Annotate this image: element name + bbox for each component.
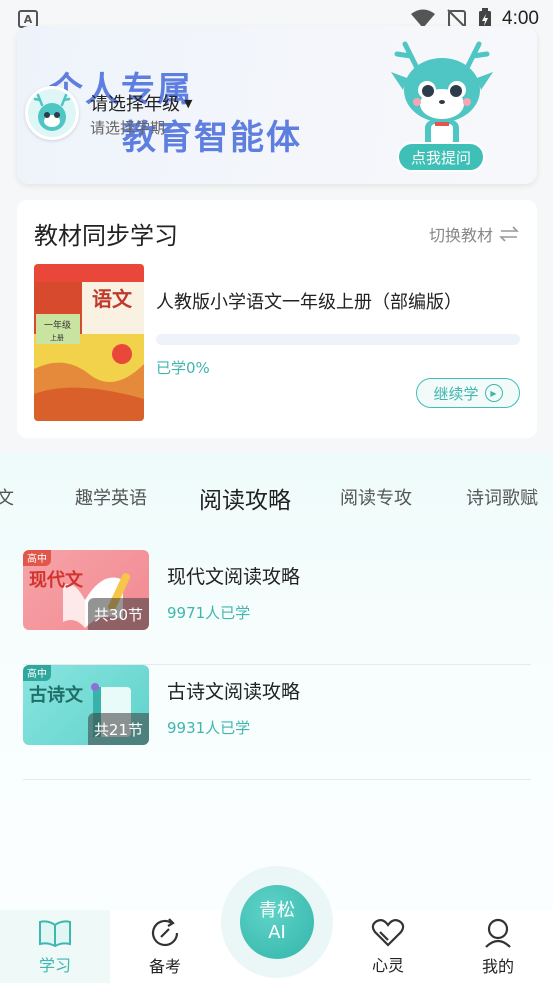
- nav-study[interactable]: 学习: [0, 910, 110, 983]
- refresh-clock-icon: [151, 917, 179, 946]
- avatar[interactable]: [25, 86, 79, 140]
- list-item[interactable]: 高中 古诗文 共21节 古诗文阅读攻略 9931人已学: [23, 665, 531, 780]
- continue-learning-button[interactable]: 继续学 ▶: [416, 378, 520, 408]
- tab-fun-english[interactable]: 趣学英语: [75, 484, 147, 510]
- tab-poetry[interactable]: 诗词歌赋: [466, 484, 538, 510]
- course-learners: 9931人已学: [167, 719, 251, 737]
- book-name[interactable]: 人教版小学语文一年级上册（部编版）: [156, 288, 462, 314]
- ai-assistant-banner[interactable]: 个人专属 教育智能体 请选择年级 ▼ 请选择学期 点我提问: [17, 26, 537, 184]
- switch-textbook-button[interactable]: 切换教材: [429, 222, 519, 246]
- progress-text: 已学0%: [156, 359, 210, 377]
- open-book-icon: [39, 919, 71, 947]
- nav-label: 我的: [481, 956, 514, 976]
- term-selector[interactable]: 请选择学期: [90, 117, 165, 138]
- user-icon: [485, 918, 511, 948]
- tab-reading-focus[interactable]: 阅读专攻: [340, 484, 412, 510]
- ai-line2: AI: [268, 922, 286, 943]
- nav-exam[interactable]: 备考: [110, 910, 220, 983]
- course-badge: 高中: [23, 550, 51, 566]
- tab-partial[interactable]: 文: [0, 484, 14, 510]
- caret-down-icon: ▼: [184, 96, 193, 110]
- nav-mind[interactable]: 心灵: [333, 910, 443, 983]
- swap-arrows-icon: [499, 226, 519, 242]
- deer-avatar-icon: [33, 93, 71, 131]
- course-badge: 高中: [23, 665, 51, 681]
- switch-textbook-label: 切换教材: [428, 226, 493, 245]
- heart-icon: [371, 918, 405, 947]
- progress-bar: [156, 334, 520, 345]
- course-thumbnail: 高中 古诗文 共21节: [23, 665, 149, 745]
- continue-label: 继续学: [433, 384, 479, 403]
- grade-selector[interactable]: 请选择年级 ▼: [90, 90, 192, 116]
- course-cover-text: 古诗文: [29, 685, 83, 706]
- nav-label: 学习: [38, 955, 71, 975]
- grade-selector-label: 请选择年级: [90, 94, 180, 115]
- book-cover-term: 上册: [50, 333, 64, 342]
- tab-reading-strategy[interactable]: 阅读攻略: [199, 481, 291, 515]
- ask-question-button[interactable]: 点我提问: [396, 142, 485, 172]
- section-title: 教材同步学习: [34, 222, 178, 250]
- course-title: 古诗文阅读攻略: [167, 681, 301, 703]
- course-learners: 9971人已学: [167, 604, 251, 622]
- lesson-count: 共21节: [87, 713, 149, 745]
- list-item[interactable]: 高中 现代文 共30节 现代文阅读攻略 9971人已学: [23, 550, 531, 665]
- course-panel: 文 趣学英语 阅读攻略 阅读专攻 诗词歌赋 高中 现代文 共30节 现代文阅读攻…: [0, 452, 553, 912]
- play-icon: ▶: [484, 384, 503, 402]
- nav-label: 备考: [148, 956, 181, 976]
- nav-profile[interactable]: 我的: [443, 910, 553, 983]
- course-title: 现代文阅读攻略: [167, 566, 301, 588]
- book-cover[interactable]: 语文 一年级 上册: [34, 264, 144, 421]
- book-cover-image: 语文 一年级 上册: [34, 264, 144, 421]
- course-thumbnail: 高中 现代文 共30节: [23, 550, 149, 630]
- category-tabs: 文 趣学英语 阅读攻略 阅读专攻 诗词歌赋: [0, 452, 553, 544]
- course-cover-text: 现代文: [29, 570, 83, 591]
- nav-label: 心灵: [371, 955, 404, 975]
- lesson-count: 共30节: [87, 598, 149, 630]
- textbook-sync-card: 教材同步学习 切换教材 语文 一年级 上册 人教版小学语文一年级上册（部编版） …: [17, 200, 537, 438]
- qingsong-ai-button[interactable]: 青松 AI: [240, 885, 314, 959]
- book-cover-title: 语文: [92, 287, 133, 311]
- ai-line1: 青松: [259, 900, 295, 921]
- book-cover-grade: 一年级: [44, 319, 71, 331]
